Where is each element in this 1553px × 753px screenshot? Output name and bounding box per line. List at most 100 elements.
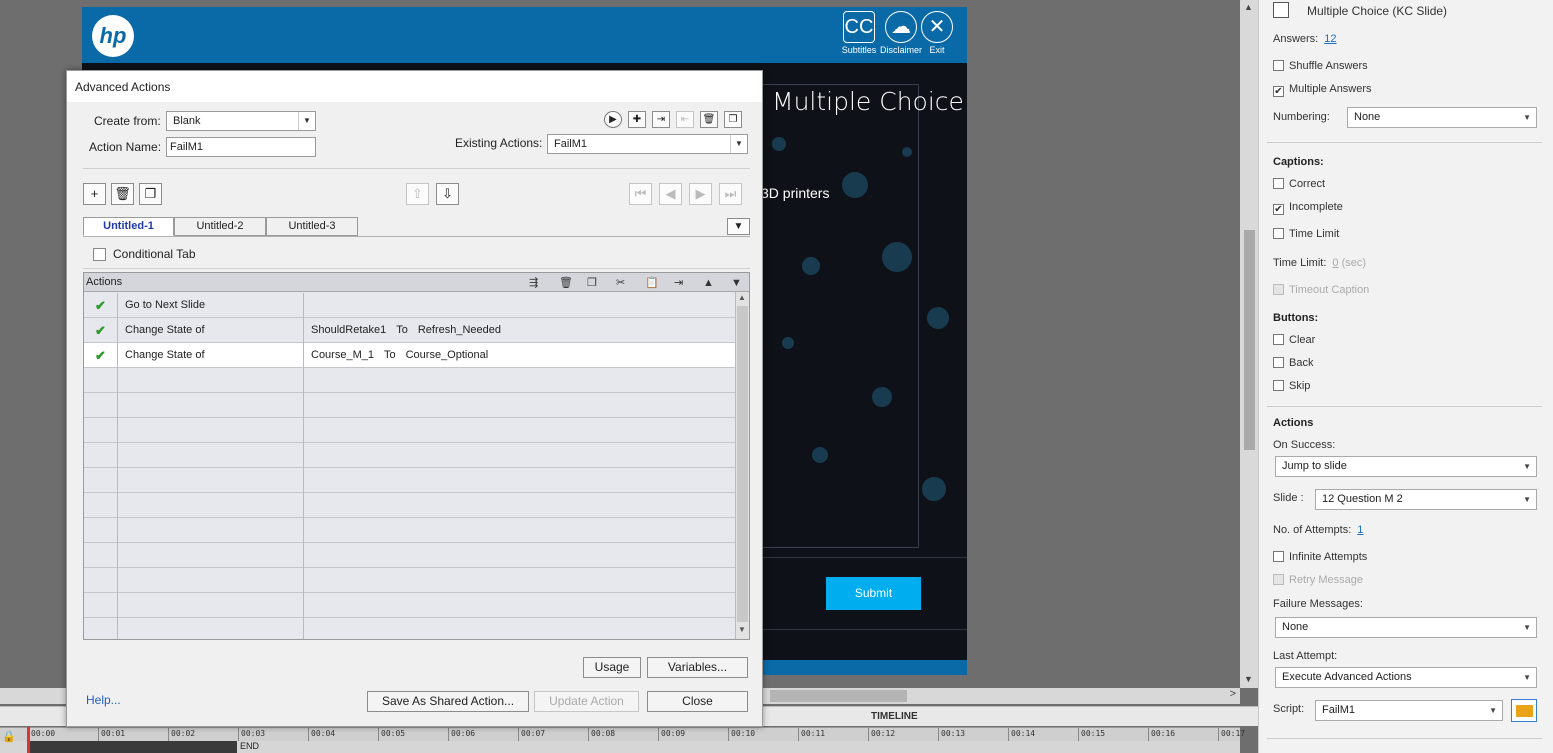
last-attempt-select[interactable]: Execute Advanced Actions ▼ bbox=[1275, 667, 1537, 688]
script-select[interactable]: FailM1 ▼ bbox=[1315, 700, 1503, 721]
table-row[interactable]: ✔ Change State of Course_M_1 To Course_Optio… bbox=[84, 343, 735, 368]
next-icon[interactable]: ▶ bbox=[689, 183, 712, 205]
time-limit-value[interactable]: 0 bbox=[1332, 257, 1338, 269]
tab-untitled-1[interactable]: Untitled-1 bbox=[83, 217, 174, 236]
parameter-cell[interactable] bbox=[304, 393, 735, 418]
clear-checkbox[interactable]: Clear bbox=[1273, 334, 1315, 346]
action-cell[interactable]: Change State of bbox=[118, 343, 304, 368]
attempts-value[interactable]: 1 bbox=[1357, 524, 1363, 536]
timeline-slide-bar[interactable] bbox=[27, 741, 237, 753]
copy-row-icon[interactable]: ❐ bbox=[587, 274, 597, 292]
move-down-icon[interactable]: ▼ bbox=[731, 274, 742, 292]
checkbox-box[interactable] bbox=[1273, 334, 1284, 345]
answers-value[interactable]: 12 bbox=[1324, 33, 1336, 45]
exit-button[interactable]: ✕ Exit bbox=[915, 10, 959, 60]
indent-icon[interactable]: ⇥ bbox=[674, 274, 683, 292]
parameter-cell[interactable] bbox=[304, 293, 735, 318]
table-row[interactable] bbox=[84, 418, 735, 443]
create-from-select[interactable]: Blank ▼ bbox=[166, 111, 316, 131]
table-row[interactable]: ✔ Change State of ShouldRetake1 To Refresh_N… bbox=[84, 318, 735, 343]
on-success-select[interactable]: Jump to slide ▼ bbox=[1275, 456, 1537, 477]
scroll-up-icon[interactable]: ▲ bbox=[1244, 2, 1253, 12]
scroll-thumb[interactable] bbox=[770, 690, 907, 702]
parameter-cell[interactable] bbox=[304, 418, 735, 443]
table-row[interactable]: ✔ Go to Next Slide bbox=[84, 293, 735, 318]
close-button[interactable]: Close bbox=[647, 691, 748, 712]
table-row[interactable] bbox=[84, 493, 735, 518]
insert-row-icon[interactable]: ⇶ bbox=[529, 274, 538, 292]
checkbox-box[interactable] bbox=[1273, 228, 1284, 239]
export-icon[interactable]: ⇤ bbox=[676, 111, 694, 128]
copy-icon[interactable]: ❐ bbox=[139, 183, 162, 205]
action-cell[interactable] bbox=[118, 618, 304, 639]
action-cell[interactable]: Go to Next Slide bbox=[118, 293, 304, 318]
correct-checkbox[interactable]: Correct bbox=[1273, 178, 1325, 190]
conditional-tab-checkbox[interactable] bbox=[93, 248, 106, 261]
checkbox-box[interactable]: ✔ bbox=[1273, 204, 1284, 215]
delete-icon[interactable]: 🗑 bbox=[111, 183, 134, 205]
parameter-cell[interactable] bbox=[304, 468, 735, 493]
move-up-decision-icon[interactable]: ⇧ bbox=[406, 183, 429, 205]
parameter-cell[interactable] bbox=[304, 618, 735, 639]
scroll-up-icon[interactable]: ▲ bbox=[738, 293, 746, 302]
action-cell[interactable]: Change State of bbox=[118, 318, 304, 343]
action-cell[interactable] bbox=[118, 443, 304, 468]
add-icon[interactable]: + bbox=[83, 183, 106, 205]
timeline-track[interactable]: END bbox=[0, 741, 1240, 753]
import-icon[interactable]: ⇥ bbox=[652, 111, 670, 128]
lock-icon[interactable]: 🔒 bbox=[2, 730, 16, 743]
table-row[interactable] bbox=[84, 443, 735, 468]
tabs-dropdown-icon[interactable]: ▼ bbox=[727, 218, 750, 235]
action-cell[interactable] bbox=[118, 393, 304, 418]
incomplete-checkbox[interactable]: ✔ Incomplete bbox=[1273, 201, 1343, 215]
action-cell[interactable] bbox=[118, 543, 304, 568]
time-limit-checkbox[interactable]: Time Limit bbox=[1273, 228, 1339, 240]
existing-actions-select[interactable]: FailM1 ▼ bbox=[547, 134, 748, 154]
checkbox-box[interactable] bbox=[1273, 60, 1284, 71]
save-as-shared-action-button[interactable]: Save As Shared Action... bbox=[367, 691, 529, 712]
multiple-answers-checkbox[interactable]: ✔ Multiple Answers bbox=[1273, 83, 1372, 97]
table-row[interactable] bbox=[84, 368, 735, 393]
add-action-icon[interactable]: ✚ bbox=[628, 111, 646, 128]
parameter-cell[interactable]: ShouldRetake1 To Refresh_Needed bbox=[304, 318, 735, 343]
checkbox-box[interactable] bbox=[1273, 357, 1284, 368]
previous-icon[interactable]: ◀ bbox=[659, 183, 682, 205]
table-row[interactable] bbox=[84, 518, 735, 543]
checkbox-box[interactable] bbox=[1273, 380, 1284, 391]
action-name-input[interactable]: FailM1 bbox=[166, 137, 316, 157]
scroll-down-icon[interactable]: ▼ bbox=[738, 625, 746, 634]
update-action-button[interactable]: Update Action bbox=[534, 691, 639, 712]
parameter-cell[interactable] bbox=[304, 568, 735, 593]
cut-icon[interactable]: ✂ bbox=[616, 274, 625, 292]
action-cell[interactable] bbox=[118, 493, 304, 518]
delete-row-icon[interactable]: 🗑 bbox=[559, 274, 573, 292]
move-down-decision-icon[interactable]: ⇩ bbox=[436, 183, 459, 205]
table-row[interactable] bbox=[84, 568, 735, 593]
scroll-thumb[interactable] bbox=[737, 306, 748, 622]
first-icon[interactable]: ⏮ bbox=[629, 183, 652, 205]
table-row[interactable] bbox=[84, 543, 735, 568]
failure-select[interactable]: None ▼ bbox=[1275, 617, 1537, 638]
scroll-right-icon[interactable]: > bbox=[1230, 688, 1236, 700]
parameter-cell[interactable] bbox=[304, 543, 735, 568]
help-link[interactable]: Help... bbox=[86, 693, 121, 707]
subtitles-button[interactable]: CC Subtitles bbox=[837, 10, 881, 60]
action-cell[interactable] bbox=[118, 418, 304, 443]
tab-untitled-2[interactable]: Untitled-2 bbox=[174, 217, 266, 236]
timeout-caption-checkbox[interactable]: Timeout Caption bbox=[1273, 284, 1369, 296]
submit-button[interactable]: Submit bbox=[826, 577, 921, 610]
scroll-down-icon[interactable]: ▼ bbox=[1244, 674, 1253, 684]
usage-button[interactable]: Usage bbox=[583, 657, 641, 678]
checkbox-box[interactable] bbox=[1273, 574, 1284, 585]
timeline-playhead[interactable] bbox=[27, 727, 30, 753]
table-row[interactable] bbox=[84, 393, 735, 418]
numbering-select[interactable]: None ▼ bbox=[1347, 107, 1537, 128]
table-row[interactable] bbox=[84, 618, 735, 639]
paste-icon[interactable]: 📋 bbox=[645, 274, 659, 292]
table-row[interactable] bbox=[84, 468, 735, 493]
action-cell[interactable] bbox=[118, 368, 304, 393]
action-cell[interactable] bbox=[118, 468, 304, 493]
parameter-cell[interactable] bbox=[304, 593, 735, 618]
last-icon[interactable]: ⏭ bbox=[719, 183, 742, 205]
scroll-thumb[interactable] bbox=[1244, 230, 1255, 450]
